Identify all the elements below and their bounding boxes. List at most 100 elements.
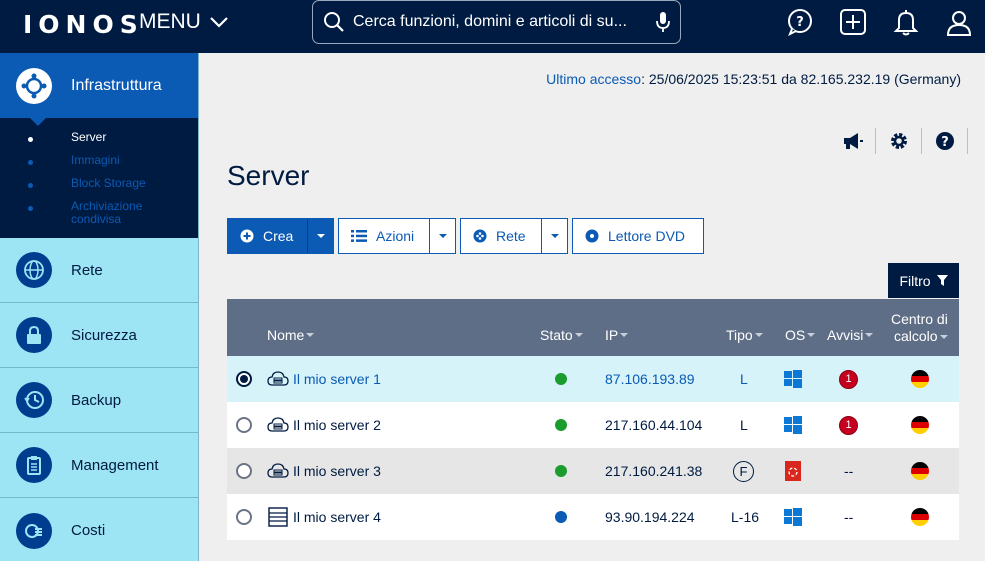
- caret-down-icon: [550, 234, 559, 238]
- last-access-value: : 25/06/2025 15:23:51 da 82.165.232.19 (…: [641, 71, 961, 87]
- megaphone-icon[interactable]: [830, 128, 876, 154]
- col-header-datacenter[interactable]: Centro di calcolo: [891, 311, 948, 345]
- redhat-os-icon: [785, 448, 801, 494]
- dedicated-server-icon: [268, 507, 288, 527]
- sidebar-item-label: Backup: [71, 391, 122, 409]
- germany-flag-icon: [911, 494, 929, 540]
- actions-dropdown-toggle[interactable]: [429, 219, 455, 253]
- menu-button[interactable]: MENU: [139, 10, 229, 34]
- cloud-server-icon: [267, 463, 289, 478]
- network-button[interactable]: Rete: [460, 218, 568, 254]
- list-icon: [351, 230, 367, 242]
- table-row[interactable]: Il mio server 1 87.106.193.89 L 1: [227, 356, 959, 402]
- server-table: Nome Stato IP Tipo OS Avvisi Centro di c…: [227, 299, 959, 540]
- server-name: Il mio server 3: [293, 463, 381, 479]
- row-radio[interactable]: [236, 448, 252, 494]
- server-ip: 217.160.241.38: [605, 463, 703, 479]
- gear-icon[interactable]: [876, 128, 922, 154]
- submenu-item-server[interactable]: Server: [0, 131, 198, 154]
- actions-label: Azioni: [376, 228, 415, 244]
- dvd-reader-button[interactable]: Lettore DVD: [572, 218, 704, 254]
- clipboard-icon: [16, 447, 52, 483]
- submenu-item-block-storage[interactable]: Block Storage: [0, 177, 198, 200]
- user-icon[interactable]: [945, 8, 973, 36]
- col-header-ip[interactable]: IP: [605, 327, 629, 343]
- server-name: Il mio server 1: [293, 371, 381, 387]
- microphone-icon[interactable]: [656, 11, 670, 33]
- table-row[interactable]: Il mio server 2 217.160.44.104 L 1: [227, 402, 959, 448]
- svg-text:?: ?: [796, 15, 804, 30]
- backup-clock-icon: [16, 382, 52, 418]
- alert-badge[interactable]: 1: [839, 369, 858, 389]
- create-button[interactable]: Crea: [227, 218, 334, 254]
- cloud-server-icon: [267, 417, 289, 432]
- col-header-os[interactable]: OS: [785, 327, 816, 343]
- server-type: L: [740, 371, 748, 387]
- sidebar-item-label: Infrastruttura: [71, 76, 162, 94]
- disc-icon: [585, 229, 599, 243]
- network-label: Rete: [496, 228, 526, 244]
- germany-flag-icon: [911, 356, 929, 402]
- sidebar-item-management[interactable]: Management: [0, 433, 198, 498]
- caret-down-icon: [316, 234, 325, 238]
- windows-icon: [784, 494, 802, 540]
- sidebar-item-label: Rete: [71, 261, 103, 279]
- alerts-value: --: [844, 463, 854, 479]
- server-type: L-16: [731, 509, 760, 525]
- table-header: Nome Stato IP Tipo OS Avvisi Centro di c…: [227, 299, 959, 356]
- search-box[interactable]: Cerca funzioni, domini e articoli di su.…: [312, 0, 681, 44]
- submenu-item-images[interactable]: Immagini: [0, 154, 198, 177]
- bell-icon[interactable]: [892, 8, 920, 36]
- windows-icon: [784, 356, 802, 402]
- server-type: F: [733, 460, 754, 482]
- col-header-status[interactable]: Stato: [540, 327, 583, 343]
- row-radio[interactable]: [236, 356, 252, 402]
- status-dot: [555, 419, 567, 431]
- cloud-server-icon: [267, 371, 289, 386]
- help-chat-icon[interactable]: ?: [786, 8, 814, 36]
- funnel-icon: [936, 275, 948, 286]
- status-dot: [555, 511, 567, 523]
- server-type: L: [740, 417, 748, 433]
- server-ip: 217.160.44.104: [605, 417, 703, 433]
- filter-button[interactable]: Filtro: [888, 263, 959, 298]
- network-globe-icon: [16, 252, 52, 288]
- table-row[interactable]: Il mio server 4 93.90.194.224 L-16 --: [227, 494, 959, 540]
- dvd-reader-label: Lettore DVD: [608, 228, 686, 244]
- alerts-value: --: [844, 509, 854, 525]
- sidebar-item-security[interactable]: Sicurezza: [0, 303, 198, 368]
- server-name: Il mio server 4: [293, 509, 381, 525]
- row-radio[interactable]: [236, 494, 252, 540]
- sidebar-item-infrastructure[interactable]: Infrastruttura: [0, 53, 198, 126]
- col-header-alerts[interactable]: Avvisi: [827, 327, 874, 343]
- row-radio[interactable]: [236, 402, 252, 448]
- status-dot: [555, 373, 567, 385]
- submenu-item-shared-storage[interactable]: Archiviazione condivisa: [0, 200, 198, 230]
- sidebar-item-label: Sicurezza: [71, 326, 137, 344]
- chevron-down-icon: [210, 17, 228, 28]
- sidebar-item-label: Costi: [71, 522, 106, 539]
- last-access: Ultimo accesso: 25/06/2025 15:23:51 da 8…: [546, 71, 961, 87]
- actions-button[interactable]: Azioni: [338, 218, 456, 254]
- server-ip: 87.106.193.89: [605, 371, 695, 387]
- create-dropdown-toggle[interactable]: [307, 219, 333, 253]
- lock-icon: [16, 317, 52, 353]
- sidebar-item-network[interactable]: Rete: [0, 238, 198, 303]
- windows-icon: [784, 402, 802, 448]
- table-row[interactable]: Il mio server 3 217.160.241.38 F --: [227, 448, 959, 494]
- alert-badge[interactable]: 1: [839, 415, 858, 435]
- plus-square-icon[interactable]: [839, 8, 867, 36]
- ionos-logo[interactable]: IONOS: [23, 10, 144, 39]
- sidebar-item-costs[interactable]: Costi: [0, 498, 198, 561]
- status-dot: [555, 465, 567, 477]
- col-header-name[interactable]: Nome: [267, 327, 315, 343]
- col-header-type[interactable]: Tipo: [726, 327, 763, 343]
- network-dropdown-toggle[interactable]: [541, 219, 567, 253]
- help-icon[interactable]: ?: [922, 128, 968, 154]
- filter-label: Filtro: [899, 272, 931, 289]
- network-icon: [473, 229, 487, 243]
- svg-text:?: ?: [941, 135, 949, 150]
- sidebar-item-backup[interactable]: Backup: [0, 368, 198, 433]
- server-ip: 93.90.194.224: [605, 509, 695, 525]
- search-input[interactable]: Cerca funzioni, domini e articoli di su.…: [353, 13, 656, 31]
